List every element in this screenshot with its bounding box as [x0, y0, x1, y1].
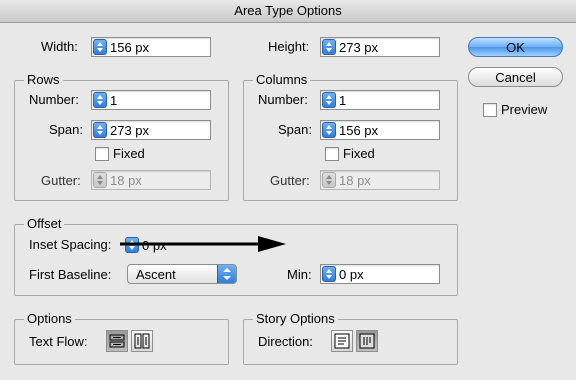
columns-span-field[interactable]: 156 px [320, 120, 440, 140]
window-title: Area Type Options [234, 3, 342, 18]
rows-span-field[interactable]: 273 px [91, 120, 211, 140]
columns-gutter-label: Gutter: [270, 173, 310, 188]
width-field[interactable]: 156 px [91, 37, 211, 57]
inset-spacing-label: Inset Spacing: [29, 237, 112, 252]
title-bar: Area Type Options [0, 0, 576, 23]
columns-fixed-label: Fixed [343, 146, 375, 161]
text-flow-label: Text Flow: [29, 334, 88, 349]
columns-gutter-value: 18 px [339, 173, 371, 188]
width-stepper[interactable] [93, 39, 107, 55]
min-stepper[interactable] [322, 266, 336, 282]
rows-fixed-checkbox[interactable] [95, 147, 109, 161]
width-value: 156 px [110, 40, 150, 55]
horizontal-direction-icon [334, 333, 350, 349]
rows-number-label: Number: [29, 92, 79, 107]
rows-number-stepper[interactable] [93, 92, 107, 108]
ok-button[interactable]: OK [468, 37, 563, 57]
rows-group-title: Rows [24, 73, 63, 87]
rows-gutter-field: 18 px [91, 170, 211, 190]
rows-fixed-label: Fixed [113, 146, 145, 161]
columns-span-value: 156 px [339, 123, 379, 138]
rows-number-value: 1 [110, 93, 118, 108]
rows-gutter-stepper [93, 172, 107, 188]
rows-gutter-label: Gutter: [41, 173, 81, 188]
rows-gutter-value: 18 px [110, 173, 142, 188]
direction-vertical-button[interactable] [356, 330, 378, 352]
direction-horizontal-button[interactable] [331, 330, 353, 352]
rows-span-value: 273 px [110, 123, 150, 138]
columns-gutter-field: 18 px [320, 170, 440, 190]
vertical-direction-icon [359, 333, 375, 349]
preview-label: Preview [501, 102, 548, 117]
text-flow-by-columns-icon [134, 333, 150, 349]
height-field[interactable]: 273 px [320, 37, 440, 57]
columns-gutter-stepper [322, 172, 336, 188]
cancel-button[interactable]: Cancel [468, 67, 563, 87]
first-baseline-value: Ascent [136, 267, 176, 282]
columns-number-field[interactable]: 1 [320, 90, 440, 110]
preview-checkbox[interactable] [483, 103, 497, 117]
offset-group-title: Offset [24, 217, 65, 231]
first-baseline-label: First Baseline: [29, 267, 112, 282]
rows-span-label: Span: [49, 122, 83, 137]
min-value: 0 px [339, 267, 364, 282]
min-field[interactable]: 0 px [320, 264, 440, 284]
text-flow-rows-button[interactable] [106, 330, 128, 352]
annotation-arrow-icon [120, 236, 286, 252]
columns-span-label: Span: [278, 122, 312, 137]
rows-number-field[interactable]: 1 [91, 90, 211, 110]
text-flow-columns-button[interactable] [131, 330, 153, 352]
first-baseline-select[interactable]: Ascent [127, 264, 237, 284]
columns-group-title: Columns [253, 73, 311, 87]
columns-fixed-checkbox[interactable] [325, 147, 339, 161]
width-label: Width: [41, 39, 78, 54]
dropdown-arrow-icon [217, 265, 236, 283]
direction-label: Direction: [258, 334, 313, 349]
story-options-group-title: Story Options [253, 312, 338, 326]
height-stepper[interactable] [322, 39, 336, 55]
height-label: Height: [268, 39, 310, 54]
text-flow-by-rows-icon [109, 334, 125, 348]
min-label: Min: [287, 267, 312, 282]
columns-span-stepper[interactable] [322, 122, 336, 138]
rows-span-stepper[interactable] [93, 122, 107, 138]
columns-number-stepper[interactable] [322, 92, 336, 108]
columns-number-label: Number: [258, 92, 308, 107]
options-group-title: Options [24, 312, 75, 326]
columns-number-value: 1 [339, 93, 347, 108]
height-value: 273 px [339, 40, 379, 55]
